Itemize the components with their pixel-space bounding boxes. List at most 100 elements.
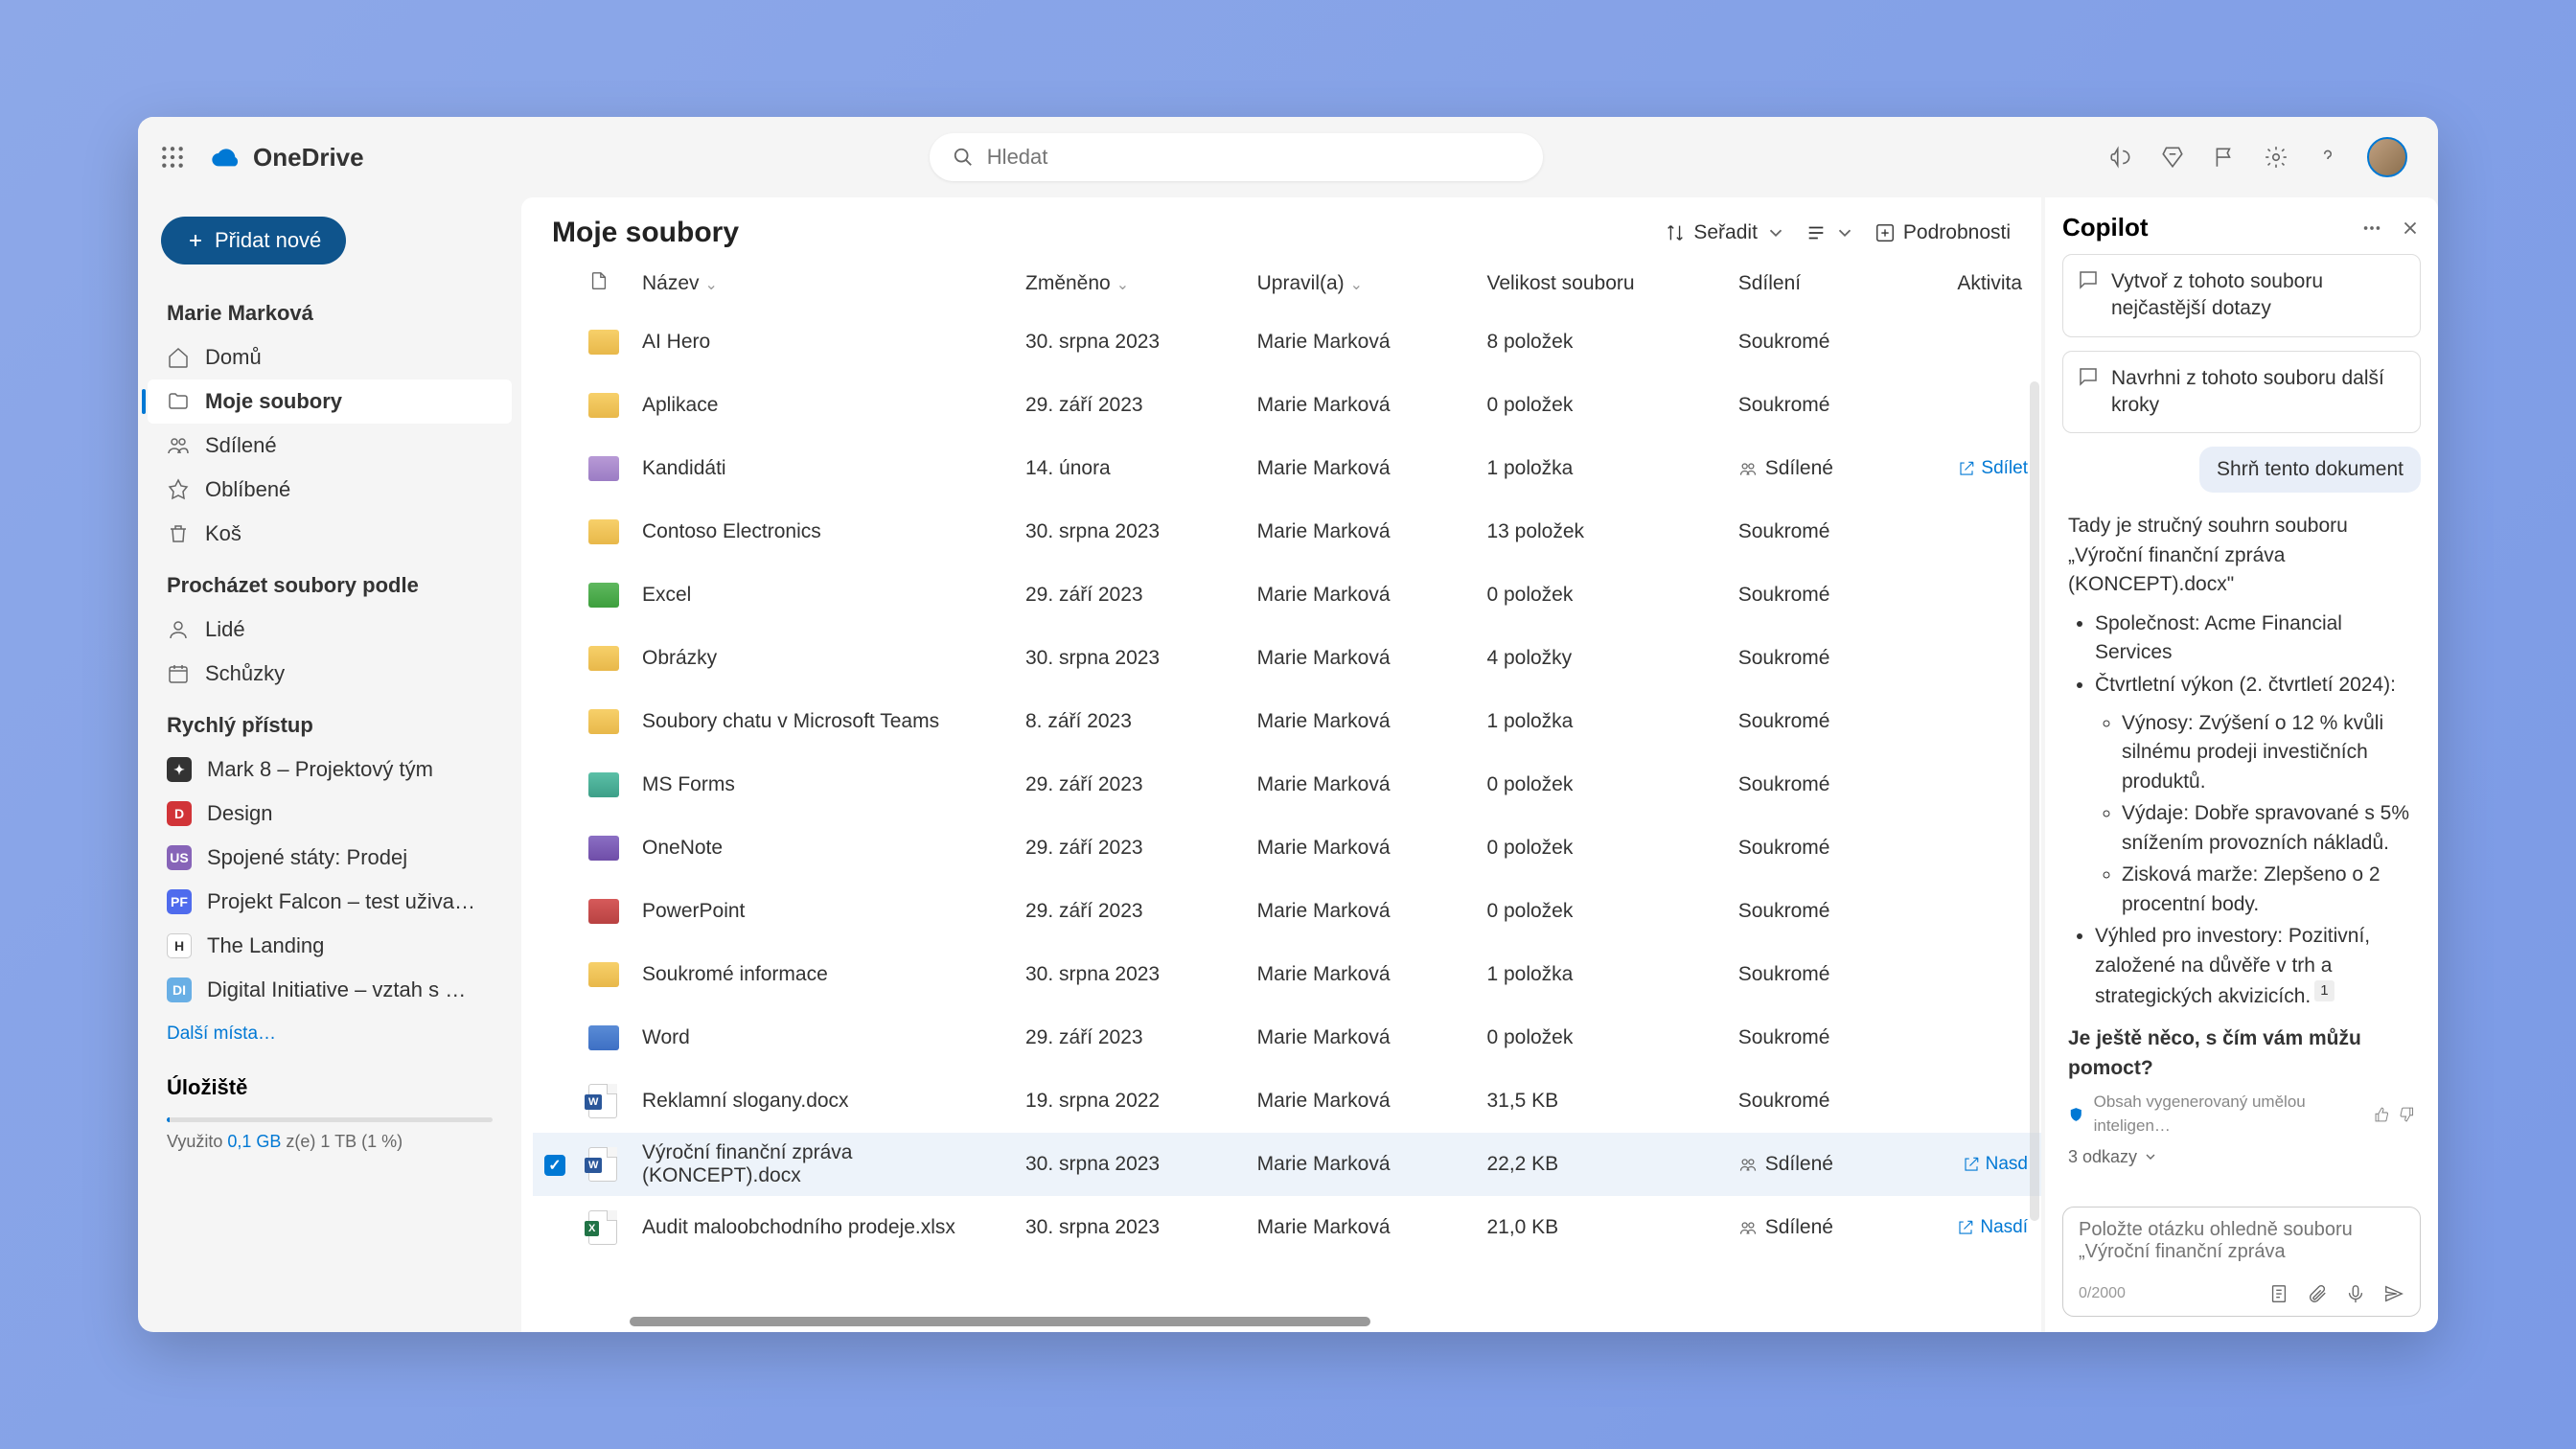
search-input[interactable]	[987, 145, 1520, 170]
browse-meetings[interactable]: Schůzky	[148, 652, 512, 696]
file-modified: 8. září 2023	[1014, 690, 1246, 753]
file-activity[interactable]	[1900, 880, 2041, 943]
storage-bar	[167, 1117, 493, 1122]
file-activity[interactable]	[1900, 374, 2041, 437]
file-activity[interactable]	[1900, 627, 2041, 690]
col-sharing[interactable]: Sdílení	[1727, 257, 1900, 310]
chat-icon	[2077, 365, 2100, 388]
close-icon[interactable]	[2400, 218, 2421, 239]
vertical-scrollbar[interactable]	[2030, 381, 2039, 1221]
file-activity[interactable]	[1900, 943, 2041, 1006]
table-row[interactable]: AI Hero 30. srpna 2023 Marie Marková 8 p…	[533, 310, 2041, 374]
details-button[interactable]: Podrobnosti	[1874, 221, 2011, 244]
file-sharing: Soukromé	[1727, 500, 1900, 564]
search-box[interactable]	[930, 133, 1543, 181]
nav-home[interactable]: Domů	[148, 335, 512, 380]
premium-icon[interactable]	[2160, 145, 2185, 170]
table-row[interactable]: X Audit maloobchodního prodeje.xlsx 30. …	[533, 1196, 2041, 1259]
document-icon[interactable]	[2268, 1283, 2289, 1304]
file-activity[interactable]: Nasd	[1900, 1133, 2041, 1196]
references-toggle[interactable]: 3 odkazy	[2068, 1144, 2415, 1169]
file-size: 0 položek	[1475, 816, 1726, 880]
file-activity[interactable]	[1900, 1070, 2041, 1133]
file-name: PowerPoint	[631, 880, 1014, 943]
more-icon[interactable]	[2361, 218, 2382, 239]
quick-access-item[interactable]: DIDigital Initiative – vztah s …	[148, 968, 512, 1012]
col-name[interactable]: Název⌄	[631, 257, 1014, 310]
excel-file-icon: X	[588, 1210, 617, 1245]
app-launcher-icon[interactable]	[157, 142, 188, 172]
table-row[interactable]: OneNote 29. září 2023 Marie Marková 0 po…	[533, 816, 2041, 880]
file-modified: 29. září 2023	[1014, 816, 1246, 880]
quick-access-item[interactable]: DDesign	[148, 792, 512, 836]
table-row[interactable]: Contoso Electronics 30. srpna 2023 Marie…	[533, 500, 2041, 564]
attachment-icon[interactable]	[2307, 1283, 2328, 1304]
brand[interactable]: OneDrive	[211, 142, 364, 172]
copilot-panel: Copilot Vytvoř z tohoto souboru nejčastě…	[2045, 197, 2438, 1332]
quick-access-item[interactable]: ✦Mark 8 – Projektový tým	[148, 748, 512, 792]
row-checkbox[interactable]	[544, 1155, 565, 1176]
quick-access-item[interactable]: USSpojené státy: Prodej	[148, 836, 512, 880]
table-row[interactable]: Soubory chatu v Microsoft Teams 8. září …	[533, 690, 2041, 753]
more-places-link[interactable]: Další místa…	[148, 1012, 512, 1056]
file-activity[interactable]	[1900, 1006, 2041, 1070]
table-row[interactable]: PowerPoint 29. září 2023 Marie Marková 0…	[533, 880, 2041, 943]
file-size: 0 položek	[1475, 880, 1726, 943]
file-activity[interactable]	[1900, 564, 2041, 627]
copilot-suggestion[interactable]: Vytvoř z tohoto souboru nejčastější dota…	[2062, 254, 2421, 337]
browse-people[interactable]: Lidé	[148, 608, 512, 652]
table-row[interactable]: W Výroční finanční zpráva (KONCEPT).docx…	[533, 1133, 2041, 1196]
view-switcher[interactable]	[1806, 222, 1855, 243]
quick-access-item[interactable]: HThe Landing	[148, 924, 512, 968]
col-modifiedby[interactable]: Upravil(a)⌄	[1246, 257, 1476, 310]
file-activity[interactable]	[1900, 500, 2041, 564]
folder-icon	[588, 709, 619, 734]
nav-my-files[interactable]: Moje soubory	[148, 380, 512, 424]
col-activity[interactable]: Aktivita	[1900, 257, 2041, 310]
file-modified: 29. září 2023	[1014, 1006, 1246, 1070]
quick-access-item[interactable]: PFProjekt Falcon – test uživa…	[148, 880, 512, 924]
nav-recycle[interactable]: Koš	[148, 512, 512, 556]
nav-shared[interactable]: Sdílené	[148, 424, 512, 468]
file-activity[interactable]: Sdílet	[1900, 437, 2041, 500]
file-activity[interactable]	[1900, 753, 2041, 816]
folder-icon	[588, 646, 619, 671]
table-row[interactable]: W Reklamní slogany.docx 19. srpna 2022 M…	[533, 1070, 2041, 1133]
copilot-input[interactable]	[2079, 1219, 2404, 1273]
file-activity[interactable]: Nasdí	[1900, 1196, 2041, 1259]
col-size[interactable]: Velikost souboru	[1475, 257, 1726, 310]
sort-button[interactable]: Seřadit	[1665, 221, 1786, 244]
table-row[interactable]: Soukromé informace 30. srpna 2023 Marie …	[533, 943, 2041, 1006]
file-modified-by: Marie Marková	[1246, 374, 1476, 437]
file-activity[interactable]	[1900, 310, 2041, 374]
add-new-button[interactable]: Přidat nové	[161, 217, 346, 264]
table-row[interactable]: Excel 29. září 2023 Marie Marková 0 polo…	[533, 564, 2041, 627]
search-icon	[953, 147, 974, 168]
table-row[interactable]: Kandidáti 14. února Marie Marková 1 polo…	[533, 437, 2041, 500]
send-icon[interactable]	[2383, 1283, 2404, 1304]
file-name: Kandidáti	[631, 437, 1014, 500]
megaphone-icon[interactable]	[2108, 145, 2133, 170]
file-activity[interactable]	[1900, 816, 2041, 880]
table-row[interactable]: Aplikace 29. září 2023 Marie Marková 0 p…	[533, 374, 2041, 437]
file-modified-by: Marie Marková	[1246, 500, 1476, 564]
nav-favorites[interactable]: Oblíbené	[148, 468, 512, 512]
folder-icon	[588, 456, 619, 481]
table-row[interactable]: Obrázky 30. srpna 2023 Marie Marková 4 p…	[533, 627, 2041, 690]
file-modified: 30. srpna 2023	[1014, 500, 1246, 564]
flag-icon[interactable]	[2212, 145, 2237, 170]
avatar[interactable]	[2367, 137, 2407, 177]
table-row[interactable]: Word 29. září 2023 Marie Marková 0 polož…	[533, 1006, 2041, 1070]
gear-icon[interactable]	[2264, 145, 2288, 170]
file-size: 13 položek	[1475, 500, 1726, 564]
file-size: 1 položka	[1475, 690, 1726, 753]
like-icon[interactable]	[2374, 1106, 2390, 1123]
table-row[interactable]: MS Forms 29. září 2023 Marie Marková 0 p…	[533, 753, 2041, 816]
col-modified[interactable]: Změněno⌄	[1014, 257, 1246, 310]
dislike-icon[interactable]	[2399, 1106, 2415, 1123]
copilot-suggestion[interactable]: Navrhni z tohoto souboru další kroky	[2062, 351, 2421, 434]
horizontal-scrollbar[interactable]	[540, 1317, 2022, 1326]
file-activity[interactable]	[1900, 690, 2041, 753]
help-icon[interactable]	[2315, 145, 2340, 170]
microphone-icon[interactable]	[2345, 1283, 2366, 1304]
